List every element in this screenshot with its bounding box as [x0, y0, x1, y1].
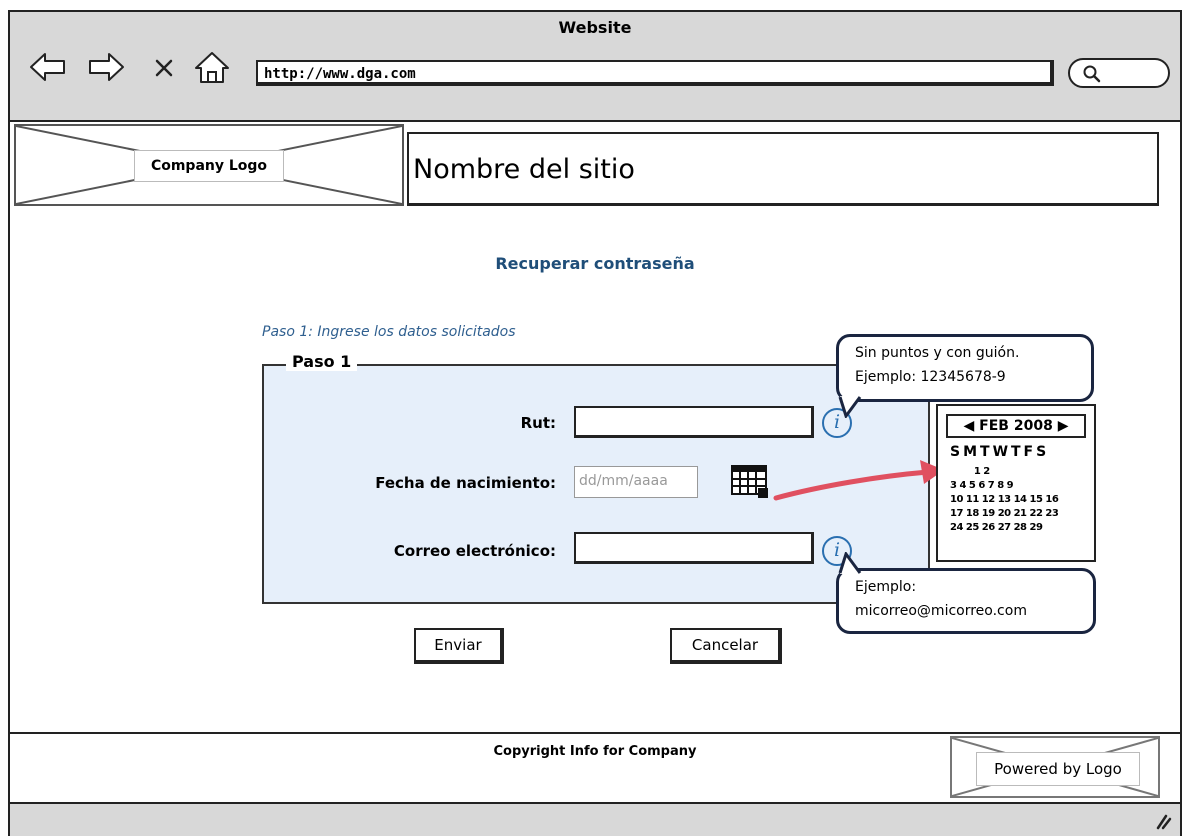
- submit-button[interactable]: Enviar: [414, 628, 504, 664]
- back-arrow-icon[interactable]: [28, 50, 68, 84]
- email-tooltip-line-1: Ejemplo:: [855, 579, 917, 595]
- email-tooltip: Ejemplo: micorreo@micorreo.com: [836, 568, 1096, 634]
- forward-arrow-icon[interactable]: [86, 50, 126, 84]
- company-logo-label: Company Logo: [134, 150, 284, 182]
- cancel-button[interactable]: Cancelar: [670, 628, 782, 664]
- birthdate-label: Fecha de nacimiento:: [375, 474, 556, 492]
- calendar-month-label: FEB 2008: [979, 418, 1053, 434]
- rut-tooltip-pointer: [838, 396, 862, 418]
- calendar-week-row[interactable]: 10 11 12 13 14 15 16: [950, 494, 1059, 505]
- rut-label: Rut:: [520, 414, 556, 432]
- page-title: Recuperar contraseña: [495, 254, 695, 273]
- company-logo-placeholder: Company Logo: [14, 124, 404, 206]
- calendar-icon[interactable]: [730, 462, 770, 502]
- search-icon: [1083, 65, 1101, 83]
- rut-tooltip-line-2: Ejemplo: 12345678-9: [855, 369, 1006, 385]
- address-bar[interactable]: http://www.dga.com: [256, 60, 1054, 86]
- browser-search-field[interactable]: [1068, 58, 1170, 88]
- rut-tooltip-line-1: Sin puntos y con guión.: [855, 345, 1020, 361]
- resize-grip-icon[interactable]: [1154, 812, 1172, 830]
- email-label: Correo electrónico:: [393, 542, 556, 560]
- email-tooltip-line-2: micorreo@micorreo.com: [855, 603, 1027, 619]
- site-title: Nombre del sitio: [407, 132, 1159, 206]
- email-tooltip-pointer: [838, 552, 862, 574]
- close-icon[interactable]: [150, 50, 180, 84]
- calendar-month-header: ◀ FEB 2008 ▶: [946, 414, 1086, 438]
- powered-by-logo-placeholder: Powered by Logo: [950, 736, 1160, 798]
- calendar-week-row[interactable]: 3 4 5 6 7 8 9: [950, 480, 1014, 491]
- email-input[interactable]: [574, 532, 814, 564]
- calendar-popup[interactable]: ◀ FEB 2008 ▶ SMTWTFS 1 2 3 4 5 6 7 8 9 1…: [936, 404, 1096, 562]
- next-month-icon[interactable]: ▶: [1058, 418, 1069, 434]
- rut-tooltip: Sin puntos y con guión. Ejemplo: 1234567…: [836, 334, 1094, 402]
- status-bar: [10, 802, 1180, 836]
- powered-by-label: Powered by Logo: [976, 752, 1140, 786]
- calendar-week-row[interactable]: 24 25 26 27 28 29: [950, 522, 1043, 533]
- prev-month-icon[interactable]: ◀: [964, 418, 975, 434]
- birthdate-input[interactable]: dd/mm/aaaa: [574, 466, 698, 498]
- calendar-day-headers: SMTWTFS: [950, 444, 1050, 460]
- red-arrow-connector: [773, 460, 944, 501]
- footer-divider: [10, 732, 1180, 734]
- home-icon[interactable]: [192, 50, 232, 84]
- calendar-week-row[interactable]: 1 2: [950, 466, 990, 477]
- fieldset-legend: Paso 1: [286, 352, 358, 371]
- rut-input[interactable]: [574, 406, 814, 438]
- step-instructions: Paso 1: Ingrese los datos solicitados: [262, 324, 516, 340]
- browser-window: Website http://www.dga.com Company Logo …: [8, 10, 1182, 836]
- window-title: Website: [558, 18, 632, 37]
- browser-toolbar: Website http://www.dga.com: [10, 12, 1180, 122]
- calendar-week-row[interactable]: 17 18 19 20 21 22 23: [950, 508, 1059, 519]
